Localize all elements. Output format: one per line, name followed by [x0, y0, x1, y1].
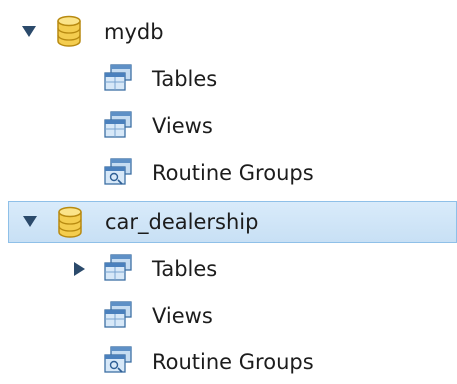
database-icon	[57, 15, 81, 47]
tree-item-label: Tables	[152, 257, 218, 281]
tree-row-routine-groups[interactable]: Routine Groups	[0, 152, 457, 196]
tables-icon	[104, 254, 132, 281]
routine-groups-icon	[104, 346, 132, 373]
tree-row-car-dealership[interactable]: car_dealership	[8, 201, 457, 243]
database-name: mydb	[104, 20, 164, 44]
tree-item-label: Routine Groups	[152, 161, 314, 185]
tree-row-views[interactable]: Views	[0, 295, 457, 339]
tables-icon	[104, 64, 132, 91]
tree-row-tables[interactable]: Tables	[0, 58, 457, 102]
tree-row-views[interactable]: Views	[0, 105, 457, 149]
database-icon	[58, 206, 82, 238]
tree-row-tables[interactable]: Tables	[0, 248, 457, 292]
views-icon	[104, 301, 132, 328]
expand-arrow-icon[interactable]	[74, 262, 85, 276]
tree-item-label: Routine Groups	[152, 350, 314, 374]
database-name: car_dealership	[105, 210, 259, 234]
views-icon	[104, 111, 132, 138]
tree-row-mydb[interactable]: mydb	[0, 12, 457, 56]
schema-tree: mydb Tables Views Routine Groups car_dea…	[0, 0, 457, 378]
expand-arrow-icon[interactable]	[22, 26, 36, 37]
tree-item-label: Views	[152, 304, 213, 328]
tree-item-label: Views	[152, 114, 213, 138]
routine-groups-icon	[104, 158, 132, 185]
tree-item-label: Tables	[152, 67, 218, 91]
tree-row-routine-groups[interactable]: Routine Groups	[0, 340, 457, 384]
expand-arrow-icon[interactable]	[23, 216, 37, 227]
